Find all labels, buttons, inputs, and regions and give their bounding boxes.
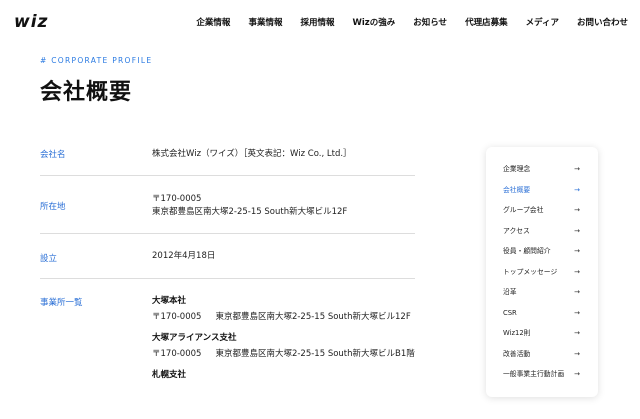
profile-sidebar-nav: 企業理念 → 会社概要 → グループ会社 → アクセス → 役員・顧問紹介 → トップメッ… — [486, 147, 598, 397]
arrow-right-icon: → — [574, 288, 580, 296]
wiz-logo[interactable]: wiz — [14, 12, 48, 32]
sidebar-item-label: グループ会社 — [503, 206, 544, 214]
arrow-right-icon: → — [574, 267, 580, 276]
offices-value: 大塚本社 〒170-0005 東京都豊島区南大塚2-25-15 South新大塚… — [152, 295, 417, 382]
office-name: 札幌支社 — [152, 370, 187, 380]
sidebar-item-label: 企業理念 — [503, 165, 531, 173]
founded-value: 2012年4月18日 — [152, 251, 216, 261]
sidebar-item-group-companies[interactable]: グループ会社 → — [486, 200, 598, 221]
founded-label: 設立 — [40, 254, 58, 264]
sidebar-item-label: 改善活動 — [503, 349, 531, 358]
page-title: 会社概要 — [40, 80, 133, 105]
sidebar-item-label: 沿革 — [503, 288, 517, 296]
sidebar-item-csr[interactable]: CSR → — [486, 303, 598, 324]
sidebar-item-history[interactable]: 沿革 → — [486, 282, 598, 303]
arrow-right-icon: → — [574, 185, 580, 194]
section-eyebrow: # CORPORATE PROFILE — [40, 56, 153, 65]
arrow-right-icon: → — [574, 349, 580, 358]
sidebar-item-company-profile[interactable]: 会社概要 → — [486, 180, 598, 201]
office-name: 大塚アライアンス支社 — [152, 333, 237, 343]
sidebar-item-label: 一般事業主行動計画 — [503, 370, 565, 378]
sidebar-item-philosophy[interactable]: 企業理念 → — [486, 159, 598, 180]
sidebar-item-wiz12-rules[interactable]: Wiz12則 → — [486, 323, 598, 344]
sidebar-item-label: 役員・顧問紹介 — [503, 247, 551, 255]
profile-row-company: 会社名 株式会社Wiz（ワイズ）［英文表記：Wiz Co., Ltd.］ — [40, 130, 415, 176]
nav-news[interactable]: お知らせ — [413, 16, 447, 28]
office-addr-line: 東京都豊島区南大塚2-25-15 South新大塚ビルB1階 — [215, 349, 415, 359]
company-value: 株式会社Wiz（ワイズ）［英文表記：Wiz Co., Ltd.］ — [152, 149, 352, 159]
sidebar-item-improvement[interactable]: 改善活動 → — [486, 344, 598, 365]
sidebar-item-action-plan[interactable]: 一般事業主行動計画 → — [486, 364, 598, 385]
sidebar-item-label: CSR — [503, 308, 517, 317]
nav-media[interactable]: メディア — [526, 16, 559, 28]
arrow-right-icon: → — [574, 308, 580, 317]
sidebar-item-access[interactable]: アクセス → — [486, 221, 598, 242]
nav-business[interactable]: 事業情報 — [248, 16, 282, 28]
nav-contact[interactable]: お問い合わせ — [577, 16, 628, 28]
sidebar-item-officers[interactable]: 役員・顧問紹介 → — [486, 241, 598, 262]
arrow-right-icon: → — [574, 206, 580, 214]
office-zip: 〒170-0005 — [152, 312, 202, 322]
office-addr-line: 東京都豊島区南大塚2-25-15 South新大塚ビル12F — [215, 312, 411, 322]
profile-row-offices: 事業所一覧 大塚本社 〒170-0005 東京都豊島区南大塚2-25-15 So… — [40, 279, 415, 419]
sidebar-item-label: アクセス — [503, 226, 530, 235]
profile-row-founded: 設立 2012年4月18日 — [40, 234, 415, 279]
arrow-right-icon: → — [574, 329, 580, 337]
profile-table: 会社名 株式会社Wiz（ワイズ）［英文表記：Wiz Co., Ltd.］ 所在地… — [40, 130, 415, 419]
office-address: 〒170-0005 東京都豊島区南大塚2-25-15 South新大塚ビル12F — [152, 311, 417, 324]
office-zip: 〒170-0005 — [152, 349, 202, 359]
nav-recruit[interactable]: 採用情報 — [300, 16, 334, 28]
nav-agency[interactable]: 代理店募集 — [465, 16, 508, 28]
nav-corporate[interactable]: 企業情報 — [196, 16, 230, 28]
address-zip: 〒170-0005 — [152, 194, 202, 204]
arrow-right-icon: → — [574, 370, 580, 378]
address-line: 東京都豊島区南大塚2-25-15 South新大塚ビル12F — [152, 207, 348, 217]
arrow-right-icon: → — [574, 226, 580, 235]
office-address: 〒170-0005 東京都豊島区南大塚2-25-15 South新大塚ビルB1階 — [152, 348, 417, 361]
office-name: 大塚本社 — [152, 296, 187, 306]
sidebar-item-label: 会社概要 — [503, 185, 531, 194]
company-label: 会社名 — [40, 150, 66, 160]
offices-label: 事業所一覧 — [40, 298, 83, 308]
arrow-right-icon: → — [574, 247, 580, 255]
sidebar-item-top-message[interactable]: トップメッセージ → — [486, 262, 598, 283]
profile-row-address: 所在地 〒170-0005 東京都豊島区南大塚2-25-15 South新大塚ビ… — [40, 176, 415, 234]
sidebar-item-label: トップメッセージ — [503, 267, 558, 276]
sidebar-item-label: Wiz12則 — [503, 329, 531, 337]
address-value: 〒170-0005 東京都豊島区南大塚2-25-15 South新大塚ビル12F — [152, 193, 347, 219]
address-label: 所在地 — [40, 202, 66, 212]
global-nav: 企業情報 事業情報 採用情報 Wizの強み お知らせ 代理店募集 メディア お問… — [196, 16, 628, 28]
arrow-right-icon: → — [574, 165, 580, 173]
nav-strengths[interactable]: Wizの強み — [352, 16, 395, 28]
